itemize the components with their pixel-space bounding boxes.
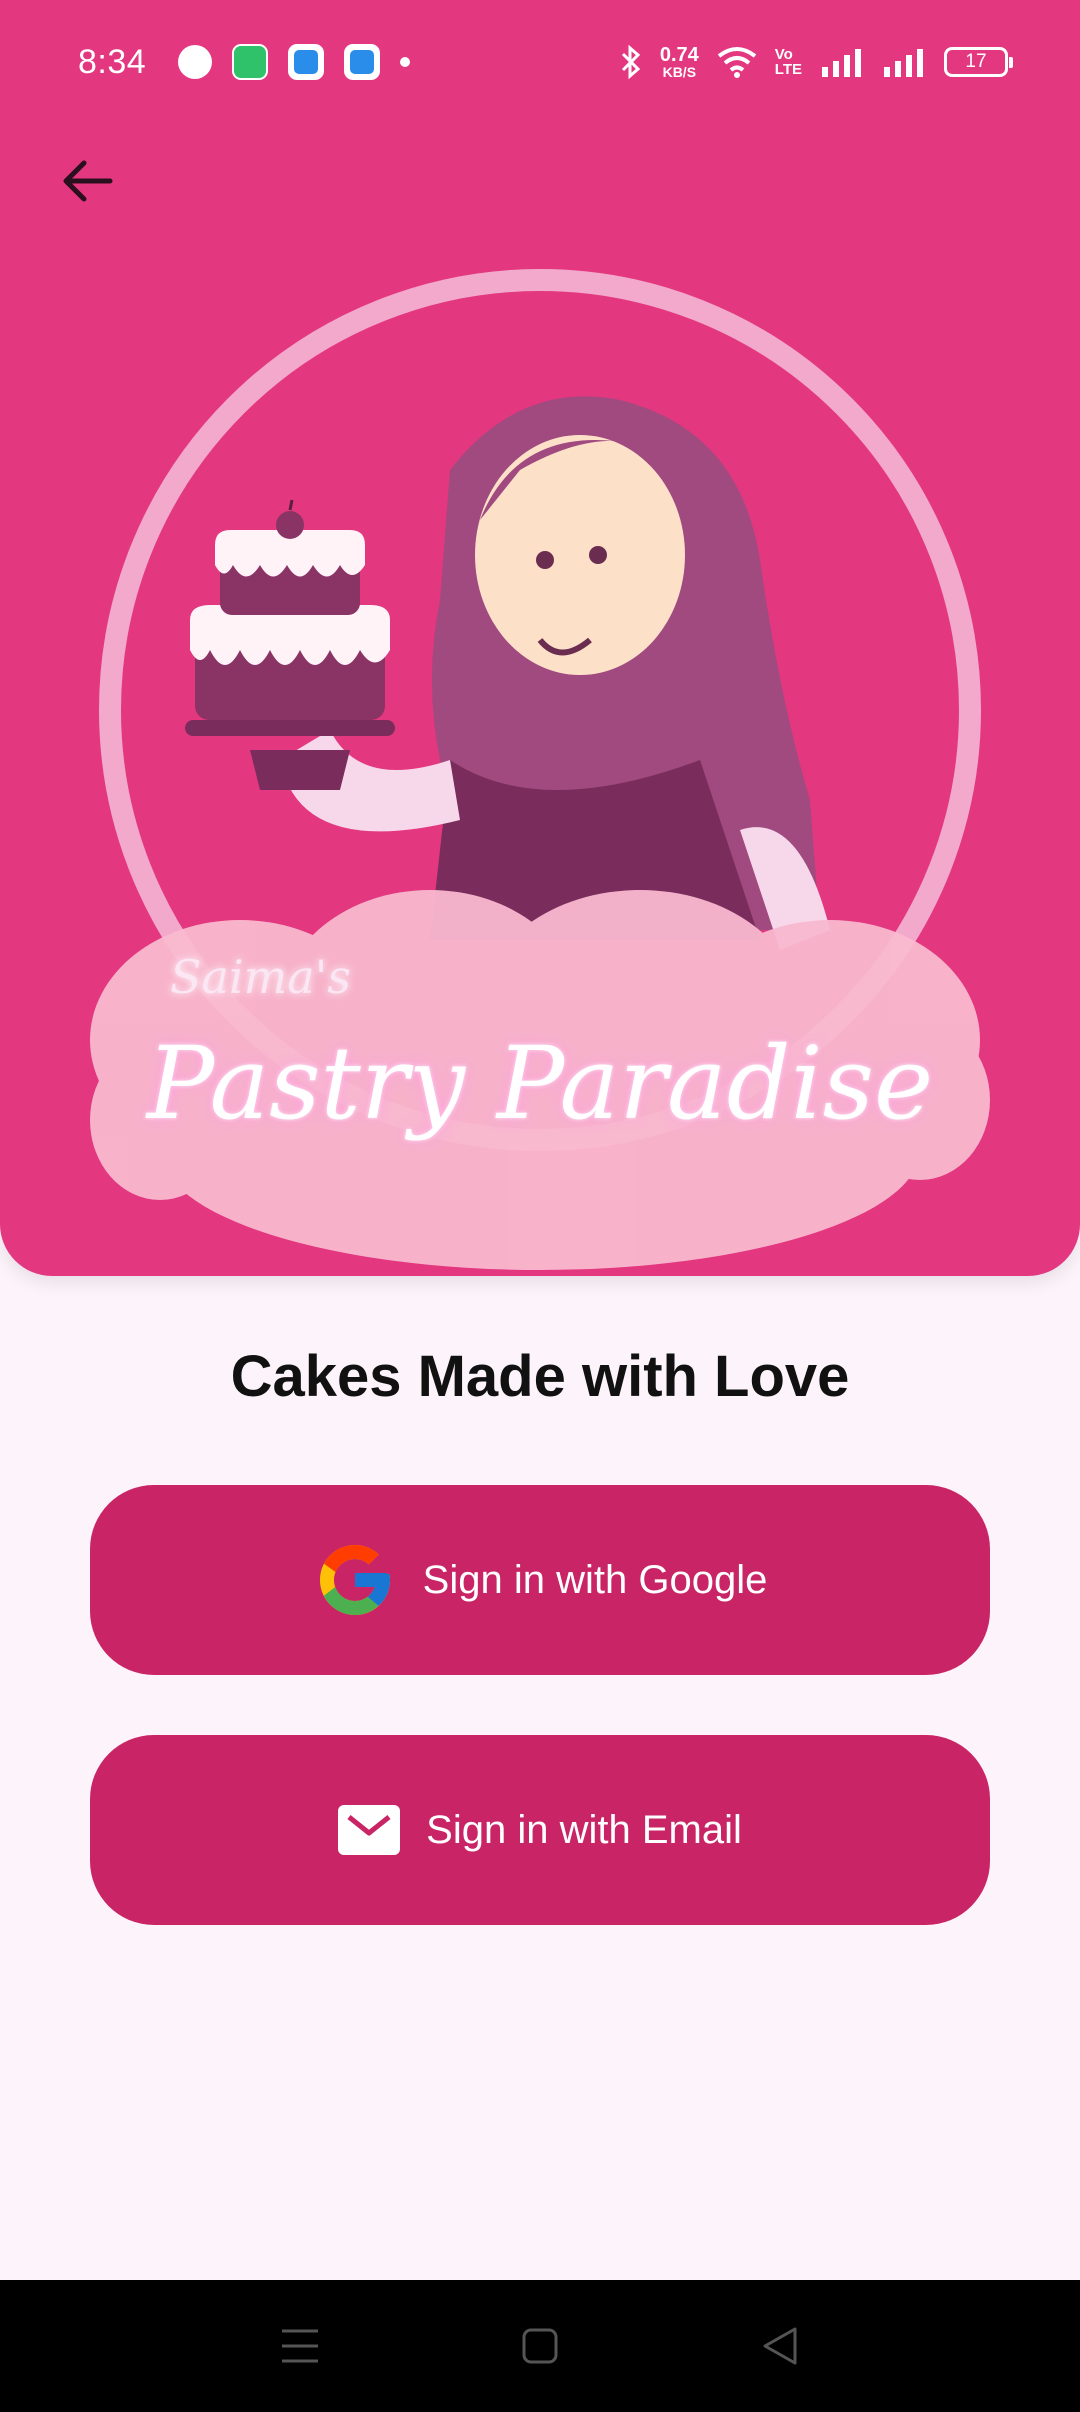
app-notification-icon: [344, 44, 381, 80]
more-notifications-icon: [400, 57, 411, 67]
google-icon: [319, 1545, 390, 1615]
volte-top: Vo: [774, 46, 793, 63]
hero-banner: Saima's Pastry Paradise: [0, 0, 1080, 1276]
volte-indicator: Vo LTE: [775, 47, 802, 77]
google-signin-label: Sign in with Google: [422, 1557, 768, 1602]
logo-small-text: Saima's: [170, 950, 351, 1004]
nav-back-button[interactable]: [740, 2306, 820, 2386]
back-arrow-icon: [63, 160, 113, 202]
email-signin-label: Sign in with Email: [426, 1807, 742, 1852]
logo-title: Pastry Paradise: [146, 1025, 934, 1142]
battery-indicator: 17: [944, 47, 1013, 77]
network-speed-value: 0.74: [659, 44, 699, 66]
bluetooth-icon: [621, 45, 641, 79]
google-signin-button[interactable]: Sign in with Google: [90, 1485, 990, 1675]
messenger-icon: [178, 45, 213, 79]
brand-logo: Saima's Pastry Paradise: [0, 0, 1080, 1276]
system-nav-bar: [0, 2280, 1080, 2412]
nav-home-button[interactable]: [500, 2306, 580, 2386]
network-speed: 0.74 KB/S: [660, 45, 699, 79]
battery-level: 17: [965, 51, 987, 72]
back-button[interactable]: [50, 150, 122, 212]
wifi-icon: [717, 47, 757, 78]
tagline: Cakes Made with Love: [230, 1344, 850, 1409]
app-notification-icon: [288, 44, 325, 80]
email-signin-button[interactable]: Sign in with Email: [90, 1735, 990, 1925]
battery-app-icon: [232, 44, 269, 80]
signal-icon: [884, 49, 923, 77]
menu-icon: [282, 2329, 318, 2363]
volte-bottom: LTE: [774, 61, 802, 78]
signal-icon: [822, 49, 861, 77]
status-bar: 8:34 0.74 KB/S Vo LTE 17: [0, 0, 1080, 124]
home-icon: [522, 2328, 558, 2364]
nav-menu-button[interactable]: [260, 2306, 340, 2386]
envelope-icon: [347, 1815, 391, 1836]
status-time: 8:34: [78, 42, 147, 81]
email-icon: [338, 1805, 401, 1855]
network-speed-unit: KB/S: [662, 64, 697, 80]
back-icon: [763, 2327, 797, 2365]
